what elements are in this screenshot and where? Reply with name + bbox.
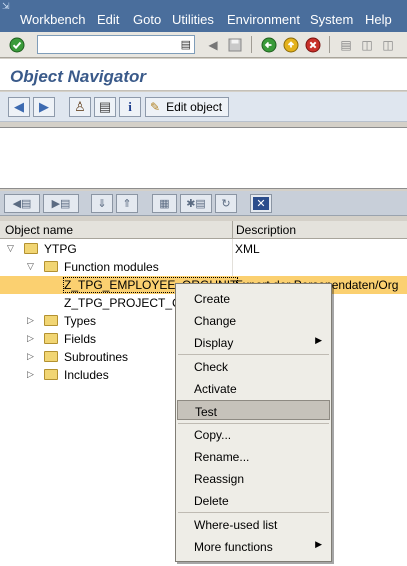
menu-item-copy[interactable]: Copy... [177,424,330,444]
menu-item-where-used-list[interactable]: Where-used list [177,514,330,534]
column-description[interactable]: Description [236,223,296,237]
edit-object-label: Edit object [166,100,223,114]
menu-workbench[interactable]: Workbench [20,12,86,27]
command-field[interactable]: ▤ [37,35,195,54]
menu-edit[interactable]: Edit [97,12,119,27]
exit-icon[interactable] [282,36,300,54]
tree-node-label: Fields [64,332,97,346]
title-bar: Object Navigator [0,59,407,91]
info-button[interactable]: i [119,97,141,117]
collapse-node-icon[interactable]: ▽ [27,261,37,271]
display-object-list-button[interactable]: ▦ [152,194,177,213]
user-objects-icon: ♙ [74,99,86,114]
next-object-button[interactable]: ▶ [33,97,55,117]
edit-object-button[interactable]: ✎ Edit object [145,97,230,117]
menu-item-change[interactable]: Change [177,310,330,330]
menu-system[interactable]: System [310,12,353,27]
context-menu: Create Change Display ▶ Check Activate Te… [175,283,332,562]
expand-subtree-button[interactable]: ⇓ [91,194,113,213]
tree-row[interactable]: ▽ Function modules [0,258,407,276]
worklist-button[interactable]: ✱▤ [180,194,212,213]
close-icon: ✕ [253,197,269,210]
folder-icon [24,243,38,254]
printer-icon: ▤ [98,99,112,114]
print-icon[interactable]: ▤ [337,36,355,54]
star-list-icon: ✱▤ [186,198,206,210]
info-icon: i [128,99,132,114]
tree-node-label: Includes [64,368,109,382]
submenu-arrow-icon: ▶ [315,539,322,549]
folder-icon [44,351,58,362]
other-object-button[interactable]: ♙ [69,97,91,117]
submenu-arrow-icon: ▶ [315,335,322,345]
menu-bar: ⇲ Workbench Edit Goto Utilities Environm… [0,0,407,32]
tree-node-description: XML [235,242,260,256]
back-icon[interactable] [260,36,278,54]
menu-goto[interactable]: Goto [133,12,161,27]
menu-item-more-functions[interactable]: More functions ▶ [177,536,330,556]
expand-node-icon[interactable]: ▷ [27,369,37,379]
arrow-left-icon: ◀ [14,99,24,114]
application-toolbar: ◀ ▶ ♙ ▤ i ✎ Edit object [0,92,407,122]
object-selection-area [0,127,407,189]
menu-item-rename[interactable]: Rename... [177,446,330,466]
hierarchy-icon: ▦ [159,198,170,210]
menu-item-display[interactable]: Display ▶ [177,332,330,352]
menu-help[interactable]: Help [365,12,392,27]
folder-icon [44,261,58,272]
menu-item-create[interactable]: Create [177,288,330,308]
collapse-node-icon[interactable]: ▽ [7,243,17,253]
history-dropdown-icon[interactable]: ▤ [181,38,191,51]
folder-icon [44,333,58,344]
collapse-all-icon: ⇑ [122,198,132,210]
previous-object-button[interactable]: ◀ [8,97,30,117]
arrow-right-icon: ▶▤ [51,198,71,210]
menu-environment[interactable]: Environment [227,12,300,27]
menu-item-test[interactable]: Test [177,400,330,420]
tree-node-label: Subroutines [64,350,129,364]
browser-button[interactable]: ▤ [94,97,116,117]
tree-node-label: Function modules [64,260,159,274]
save-icon[interactable] [226,36,244,54]
menu-utilities[interactable]: Utilities [172,12,214,27]
page-title: Object Navigator [10,67,147,86]
column-object-name[interactable]: Object name [5,223,73,237]
arrow-right-icon: ▶ [39,99,49,114]
tree-toolbar: ◀▤ ▶▤ ⇓ ⇑ ▦ ✱▤ ↻ ✕ [0,191,407,216]
arrow-left-icon: ◀▤ [12,198,32,210]
tree-node-label: Types [64,314,97,328]
expand-all-icon: ⇓ [97,198,107,210]
cancel-icon[interactable] [304,36,322,54]
tree-forward-button[interactable]: ▶▤ [43,194,79,213]
edit-object-icon: ✎ [150,100,161,114]
folder-icon [44,369,58,380]
collapse-subtree-button[interactable]: ⇑ [116,194,138,213]
tree-back-button[interactable]: ◀▤ [4,194,40,213]
tree-column-header: Object name Description [0,221,407,239]
refresh-icon: ↻ [221,198,231,210]
tree-row[interactable]: ▽ YTPG XML [0,240,407,258]
close-tree-button[interactable]: ✕ [250,194,272,213]
system-toolbar: ▤ ◀ ▤ ◫ ◫ [0,32,407,58]
find-icon[interactable]: ◫ [358,36,376,54]
expand-node-icon[interactable]: ▷ [27,333,37,343]
menu-item-activate[interactable]: Activate [177,378,330,398]
menu-item-delete[interactable]: Delete [177,490,330,510]
collapse-left-icon[interactable]: ◀ [204,36,222,54]
expand-node-icon[interactable]: ▷ [27,315,37,325]
refresh-button[interactable]: ↻ [215,194,237,213]
window-menu-icon[interactable]: ⇲ [2,2,14,11]
tree-node-label: Z_TPG_PROJECT_C [64,296,181,310]
menu-item-reassign[interactable]: Reassign [177,468,330,488]
tree-node-label: YTPG [44,242,77,256]
menu-item-check[interactable]: Check [177,356,330,376]
folder-icon [44,315,58,326]
enter-icon[interactable] [8,36,26,54]
expand-node-icon[interactable]: ▷ [27,351,37,361]
find-next-icon[interactable]: ◫ [379,36,397,54]
